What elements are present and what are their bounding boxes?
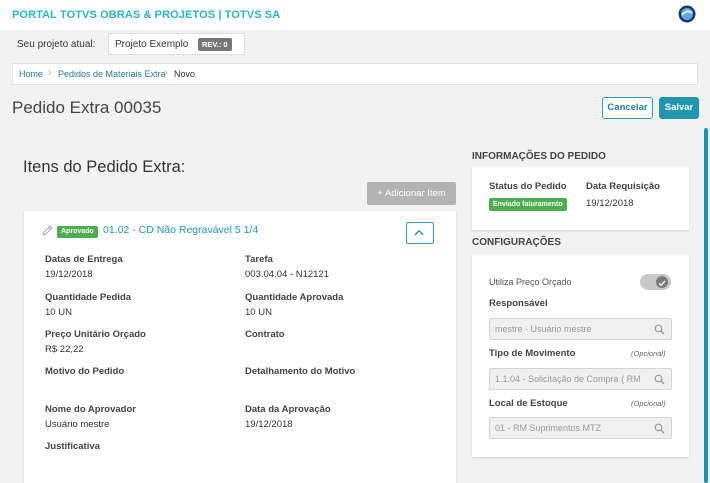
tarefa-label: Tarefa xyxy=(245,254,273,265)
info-panel: Status do Pedido Enviado faturamento Dat… xyxy=(472,167,689,230)
tarefa-value: 003.04.04 - N12121 xyxy=(245,269,329,280)
aprovador-value: Usuário mestre xyxy=(45,419,110,430)
portal-brand[interactable]: PORTAL TOTVS OBRAS & PROJETOS | TOTVS SA xyxy=(12,9,280,21)
edit-pencil-icon[interactable] xyxy=(41,224,54,237)
project-selector[interactable]: Projeto Exemplo REV.: 0 xyxy=(108,33,245,55)
revision-badge: REV.: 0 xyxy=(198,38,232,51)
toggle-knob xyxy=(656,276,668,288)
save-button[interactable]: Salvar xyxy=(659,97,699,119)
top-bar: PORTAL TOTVS OBRAS & PROJETOS | TOTVS SA xyxy=(0,0,710,30)
tipo-movimento-field[interactable]: 1.1.04 - Solicitação de Compra ( RM xyxy=(489,368,672,390)
detalhamento-label: Detalhamento do Motivo xyxy=(245,366,356,377)
project-name: Projeto Exemplo xyxy=(115,39,189,50)
contrato-label: Contrato xyxy=(245,329,285,340)
collapse-button[interactable] xyxy=(406,222,434,244)
responsavel-label: Responsável xyxy=(489,298,548,309)
responsavel-value: mestre - Usuário mestre xyxy=(495,324,592,334)
breadcrumb-separator-icon: › xyxy=(164,67,168,79)
status-badge: Enviado faturamento xyxy=(489,198,567,211)
approved-badge: Aprovado xyxy=(57,226,98,238)
responsavel-field[interactable]: mestre - Usuário mestre xyxy=(489,318,672,340)
item-name-link[interactable]: 01.02 - CD Não Regravável 5 1/4 xyxy=(103,224,258,236)
tipo-movimento-label: Tipo de Movimento xyxy=(489,348,576,359)
qtd-pedida-label: Quantidade Pedida xyxy=(45,292,132,303)
local-estoque-label: Local de Estoque xyxy=(489,398,568,409)
preco-orcado-toggle[interactable] xyxy=(640,274,671,290)
breadcrumb-pedidos[interactable]: Pedidos de Materiais Extra xyxy=(58,69,166,79)
data-aprovacao-label: Data da Aprovação xyxy=(245,404,331,415)
data-requisicao-label: Data Requisição xyxy=(586,181,660,192)
aprovador-label: Nome do Aprovador xyxy=(45,404,136,415)
preco-value: R$ 22,22 xyxy=(45,344,84,355)
motivo-label: Motivo do Pedido xyxy=(45,366,125,377)
item-card: Aprovado 01.02 - CD Não Regravável 5 1/4… xyxy=(24,211,456,483)
chevron-up-icon xyxy=(414,229,424,236)
data-aprovacao-value: 19/12/2018 xyxy=(245,419,293,430)
items-heading: Itens do Pedido Extra: xyxy=(23,158,186,176)
tipo-movimento-optional: (Opcional) xyxy=(631,349,666,358)
breadcrumb-separator-icon: › xyxy=(48,67,52,79)
cancel-button[interactable]: Cancelar xyxy=(602,97,653,119)
datas-entrega-value: 19/12/2018 xyxy=(45,269,93,280)
local-estoque-field[interactable]: 01 - RM Suprimentos MTZ xyxy=(489,417,672,439)
user-avatar-icon[interactable] xyxy=(678,5,696,23)
local-estoque-optional: (Opcional) xyxy=(631,399,666,408)
add-item-button[interactable]: + Adicionar Item xyxy=(367,182,456,205)
data-requisicao-value: 19/12/2018 xyxy=(586,198,634,209)
search-icon[interactable] xyxy=(654,423,665,434)
search-icon[interactable] xyxy=(654,374,665,385)
project-bar: Seu projeto atual: Projeto Exemplo REV.:… xyxy=(0,30,710,58)
qtd-aprovada-label: Quantidade Aprovada xyxy=(245,292,344,303)
breadcrumb-home[interactable]: Home xyxy=(19,69,43,79)
justificativa-label: Justificativa xyxy=(45,441,100,452)
status-label: Status do Pedido xyxy=(489,181,567,192)
config-heading: CONFIGURAÇÕES xyxy=(472,237,561,248)
datas-entrega-label: Datas de Entrega xyxy=(45,254,123,265)
tipo-movimento-value: 1.1.04 - Solicitação de Compra ( RM xyxy=(495,374,641,384)
preco-label: Preço Unitário Orçado xyxy=(45,329,146,340)
project-label: Seu projeto atual: xyxy=(17,39,96,50)
check-icon xyxy=(658,280,666,287)
breadcrumb-current: Novo xyxy=(174,69,196,79)
local-estoque-value: 01 - RM Suprimentos MTZ xyxy=(495,423,602,433)
info-heading: INFORMAÇÕES DO PEDIDO xyxy=(472,151,606,162)
page-title: Pedido Extra 00035 xyxy=(12,98,162,117)
qtd-pedida-value: 10 UN xyxy=(45,307,72,318)
page-scrollbar[interactable] xyxy=(704,128,708,483)
qtd-aprovada-value: 10 UN xyxy=(245,307,272,318)
config-panel: Utiliza Preço Orçado Responsável mestre … xyxy=(472,255,689,457)
preco-orcado-label: Utiliza Preço Orçado xyxy=(489,277,572,287)
breadcrumb: Home › Pedidos de Materiais Extra › Novo xyxy=(12,63,698,85)
search-icon[interactable] xyxy=(654,324,665,335)
